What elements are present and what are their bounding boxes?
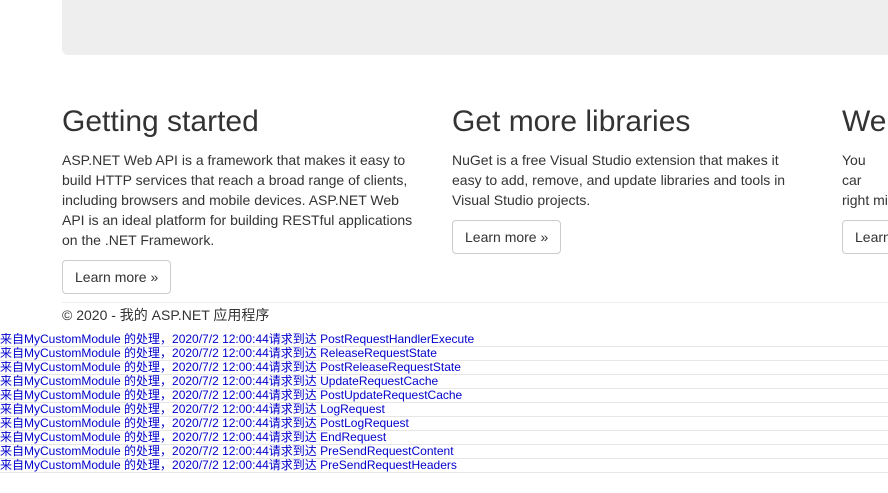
log-line: 来自MyCustomModule 的处理，2020/7/2 12:00:44请求…	[0, 431, 888, 445]
column-title: Get more libraries	[452, 105, 691, 138]
log-line: 来自MyCustomModule 的处理，2020/7/2 12:00:44请求…	[0, 333, 888, 347]
copyright-text: © 2020 - 我的 ASP.NET 应用程序	[62, 307, 270, 323]
column-title: Getting started	[62, 105, 259, 138]
learn-more-button[interactable]: Learn more »	[452, 220, 562, 254]
footer: © 2020 - 我的 ASP.NET 应用程序	[62, 305, 269, 325]
log-line: 来自MyCustomModule 的处理，2020/7/2 12:00:44请求…	[0, 445, 888, 459]
footer-divider	[62, 302, 888, 303]
column-text: ASP.NET Web API is a framework that make…	[62, 152, 413, 248]
log-line: 来自MyCustomModule 的处理，2020/7/2 12:00:44请求…	[0, 389, 888, 403]
log-line: 来自MyCustomModule 的处理，2020/7/2 12:00:44请求…	[0, 375, 888, 389]
column-text: You car right mi	[842, 152, 888, 208]
module-log: 来自MyCustomModule 的处理，2020/7/2 12:00:44请求…	[0, 333, 888, 473]
column-getting-started: Getting started ASP.NET Web API is a fra…	[62, 104, 417, 294]
log-line: 来自MyCustomModule 的处理，2020/7/2 12:00:44请求…	[0, 361, 888, 375]
log-line: 来自MyCustomModule 的处理，2020/7/2 12:00:44请求…	[0, 459, 888, 473]
column-web-hosting: We You car right mi Learn	[842, 104, 888, 254]
column-title: We	[842, 105, 887, 138]
learn-more-button[interactable]: Learn	[842, 220, 888, 254]
learn-more-button[interactable]: Learn more »	[62, 260, 172, 294]
column-text: NuGet is a free Visual Studio extension …	[452, 152, 786, 208]
log-line: 来自MyCustomModule 的处理，2020/7/2 12:00:44请求…	[0, 347, 888, 361]
log-line: 来自MyCustomModule 的处理，2020/7/2 12:00:44请求…	[0, 417, 888, 431]
column-get-more-libraries: Get more libraries NuGet is a free Visua…	[452, 104, 807, 254]
log-line: 来自MyCustomModule 的处理，2020/7/2 12:00:44请求…	[0, 403, 888, 417]
jumbotron-panel	[62, 0, 888, 55]
